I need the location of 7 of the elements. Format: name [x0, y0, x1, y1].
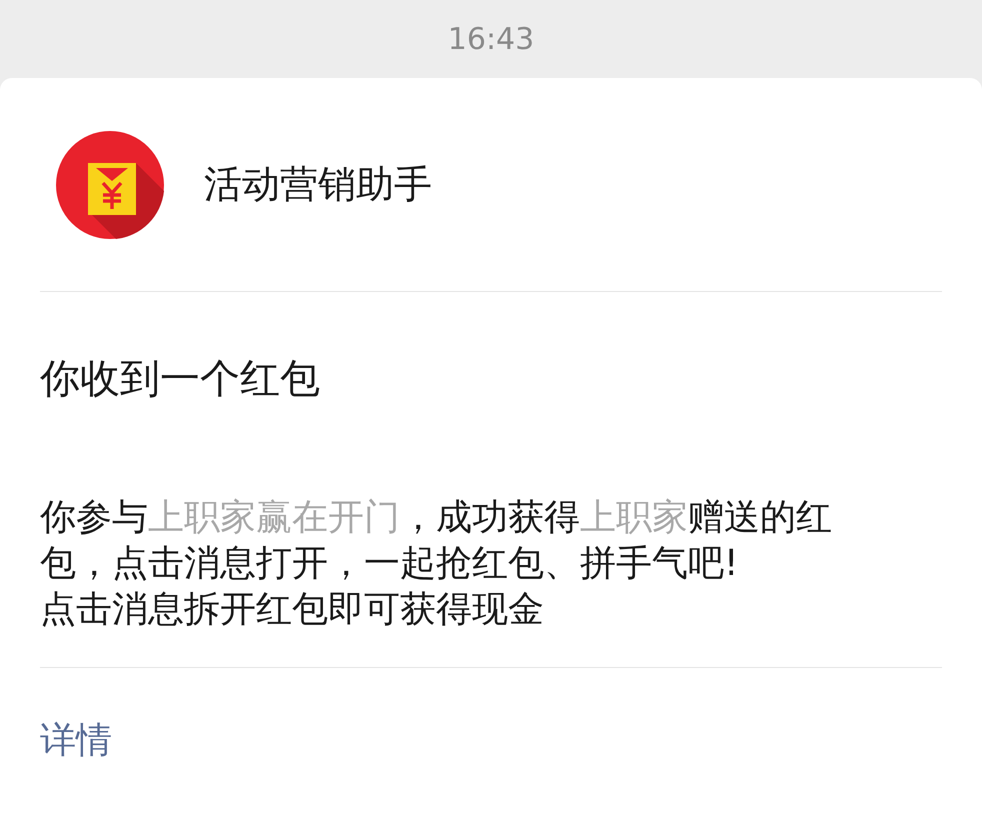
sender-name: 活动营销助手: [204, 161, 432, 208]
details-link[interactable]: 详情: [40, 720, 112, 761]
envelope-icon: [56, 130, 164, 238]
message-text: 你参与上职家赢在开门，成功获得上职家赠送的红包，点击消息打开，一起抢红包、拼手气吧!: [40, 496, 833, 586]
message-text: 点击消息拆开红包即可获得现金: [40, 588, 545, 632]
status-time: 16:43: [448, 20, 534, 58]
card-title: 你收到一个红包: [40, 355, 321, 404]
